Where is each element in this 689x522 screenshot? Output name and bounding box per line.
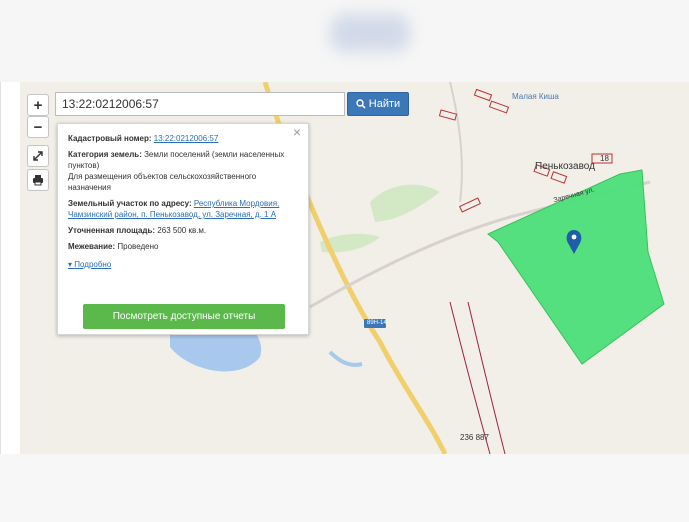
- river-label: Малая Киша: [512, 92, 559, 101]
- railway: [449, 301, 491, 454]
- search-button-label: Найти: [368, 98, 401, 110]
- survey-row: Межевание: Проведено: [68, 241, 298, 252]
- print-icon: [33, 175, 43, 186]
- area-value: 263 500 кв.м.: [157, 226, 207, 235]
- close-icon[interactable]: ×: [293, 125, 301, 139]
- more-details-label: Подробно: [74, 260, 112, 269]
- area-row: Уточненная площадь: 263 500 кв.м.: [68, 225, 298, 236]
- category-row: Категория земель: Земли поселений (земли…: [68, 149, 298, 193]
- cadastral-label: Кадастровый номер:: [68, 134, 152, 143]
- cadastral-row: Кадастровый номер: 13:22:0212006:57: [68, 133, 298, 144]
- fullscreen-button[interactable]: [27, 145, 49, 167]
- building: [550, 171, 568, 184]
- survey-value: Проведено: [117, 242, 159, 251]
- railway-2: [467, 301, 506, 454]
- village-label: Пенькозавод: [535, 161, 595, 172]
- parcel-polygon[interactable]: [487, 169, 665, 365]
- bottom-bar: [0, 454, 689, 522]
- more-details-link[interactable]: ▾ Подробно: [68, 259, 111, 270]
- area-label: Уточненная площадь:: [68, 226, 156, 235]
- search-input[interactable]: [55, 92, 345, 116]
- print-button[interactable]: [27, 169, 49, 191]
- zoom-out-button[interactable]: −: [27, 116, 49, 138]
- road-number-label: 89Н-14: [367, 320, 387, 326]
- building: [438, 109, 458, 121]
- road-secondary-2: [449, 82, 463, 203]
- search-icon: [356, 99, 366, 109]
- category-label: Категория земель:: [68, 150, 142, 159]
- address-label: Земельный участок по адресу:: [68, 199, 192, 208]
- blurred-logo: [330, 14, 410, 52]
- view-reports-button[interactable]: Посмотреть доступные отчеты: [83, 304, 285, 329]
- railway-pins-label: 236 887: [460, 433, 489, 442]
- building: [488, 100, 510, 114]
- building: [473, 88, 493, 102]
- building: [459, 197, 481, 213]
- search-button[interactable]: Найти: [347, 92, 409, 116]
- house-number-label: 18: [600, 154, 609, 163]
- fullscreen-icon: [33, 151, 43, 161]
- zoom-in-icon: +: [33, 96, 43, 114]
- zoom-out-icon: −: [33, 118, 43, 136]
- category-use: Для размещения объектов сельскохозяйстве…: [68, 172, 257, 192]
- forest-patch-1: [370, 184, 440, 222]
- stream: [328, 350, 363, 367]
- parcel-info-popup: × Кадастровый номер: 13:22:0212006:57 Ка…: [57, 123, 309, 335]
- address-row: Земельный участок по адресу: Республика …: [68, 198, 298, 220]
- top-bar: [0, 0, 689, 82]
- survey-label: Межевание:: [68, 242, 116, 251]
- zoom-in-button[interactable]: +: [27, 94, 49, 116]
- cadastral-link[interactable]: 13:22:0212006:57: [154, 134, 219, 143]
